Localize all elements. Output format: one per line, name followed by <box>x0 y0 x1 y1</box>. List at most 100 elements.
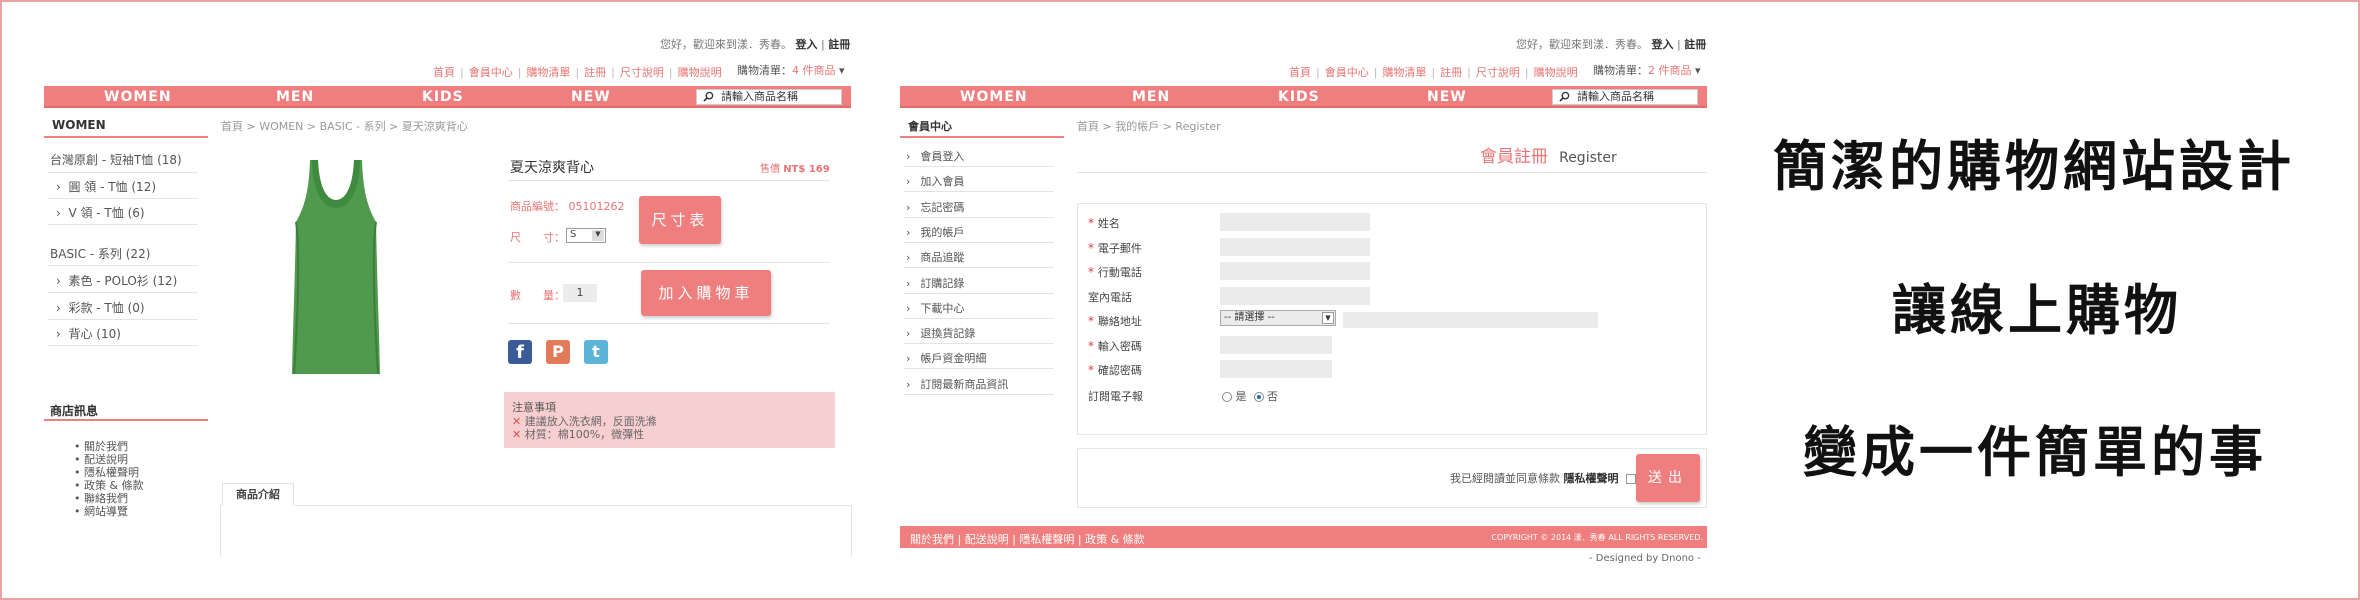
subnav-register[interactable]: 註冊 <box>1440 66 1462 79</box>
sidebar-item-tw-original[interactable]: 台灣原創 - 短袖T恤 (18) <box>50 151 182 168</box>
quantity-input[interactable]: 1 <box>563 284 597 302</box>
nav-men[interactable]: MEN <box>1132 89 1170 105</box>
sidebar-item-member-4[interactable]: › 商品追蹤 <box>906 249 964 265</box>
nav-men[interactable]: MEN <box>276 89 314 105</box>
subnav-member[interactable]: 會員中心 <box>469 66 513 79</box>
subnav-cart[interactable]: 購物清單 <box>1382 66 1426 79</box>
twitter-icon[interactable]: t <box>584 340 608 364</box>
newsletter-radio-group: 是 否 <box>1222 388 1278 404</box>
address-input[interactable] <box>1343 312 1598 328</box>
login-link[interactable]: 登入 <box>796 38 818 51</box>
sidebar-item-member-8[interactable]: › 帳戶資金明細 <box>906 350 986 366</box>
chevron-right-icon: › <box>906 150 911 163</box>
subnav-cart[interactable]: 購物清單 <box>526 66 570 79</box>
email-field[interactable] <box>1220 238 1370 256</box>
radio-no[interactable] <box>1253 392 1264 402</box>
search-input[interactable]: 請輸入商品名稱 <box>696 89 842 105</box>
divider <box>904 267 1054 269</box>
divider <box>904 393 1054 395</box>
subnav-guide[interactable]: 購物說明 <box>1534 66 1578 79</box>
nav-women[interactable]: WOMEN <box>960 89 1028 105</box>
radio-yes[interactable] <box>1222 392 1232 402</box>
store-link-contact[interactable]: • 聯絡我們 <box>74 492 144 505</box>
sidebar-item-color-tee[interactable]: › 彩款 - T恤 (0) <box>56 299 145 316</box>
register-link[interactable]: 註冊 <box>828 38 850 51</box>
add-to-cart-button[interactable]: 加入購物車 <box>641 270 771 316</box>
top-greeting: 您好，歡迎來到漾．秀春。 登入 | 註冊 <box>660 38 851 51</box>
facebook-icon[interactable]: f <box>508 340 532 364</box>
main-nav: WOMEN MEN KIDS NEW 請輸入商品名稱 <box>900 86 1707 108</box>
divider <box>904 241 1054 243</box>
nav-women[interactable]: WOMEN <box>104 89 172 105</box>
sidebar-item-label: 帳戶資金明細 <box>920 352 987 366</box>
sidebar-item-member-3[interactable]: › 我的帳戶 <box>906 224 964 240</box>
sidebar-item-member-6[interactable]: › 下載中心 <box>906 300 964 316</box>
store-link-about[interactable]: • 關於我們 <box>74 440 144 453</box>
sidebar-item-member-9[interactable]: › 訂閱最新商品資訊 <box>906 376 1008 392</box>
subnav-home[interactable]: 首頁 <box>1289 66 1311 79</box>
subnav-size[interactable]: 尺寸說明 <box>620 66 664 79</box>
sidebar-item-member-7[interactable]: › 退換貨記錄 <box>906 325 975 341</box>
sidebar-item-member-5[interactable]: › 訂購記錄 <box>906 275 964 291</box>
search-input[interactable]: 請輸入商品名稱 <box>1552 89 1698 105</box>
phone-field[interactable] <box>1220 287 1370 305</box>
cart-summary[interactable]: 購物清單：4 件商品 ▾ <box>737 62 845 78</box>
footer-link-privacy[interactable]: 隱私權聲明 <box>1019 533 1074 546</box>
footer-link-terms[interactable]: 政策 & 條款 <box>1085 533 1145 546</box>
sidebar-item-member-1[interactable]: › 加入會員 <box>906 173 964 189</box>
sidebar-item-member-2[interactable]: › 忘記密碼 <box>906 199 964 215</box>
search-icon <box>703 91 714 102</box>
password-field[interactable] <box>1220 336 1332 354</box>
sidebar-item-vest[interactable]: › 背心 (10) <box>56 325 121 342</box>
mobile-field[interactable] <box>1220 262 1370 280</box>
required-icon: * <box>1088 339 1098 353</box>
cart-summary[interactable]: 購物清單：2 件商品 ▾ <box>1593 62 1701 78</box>
field-label-text: 行動電話 <box>1097 266 1142 279</box>
subnav-register[interactable]: 註冊 <box>584 66 606 79</box>
confirm-password-field[interactable] <box>1220 360 1332 378</box>
subnav-home[interactable]: 首頁 <box>433 66 455 79</box>
chevron-right-icon: › <box>906 200 911 214</box>
nav-kids[interactable]: KIDS <box>422 89 464 105</box>
copyright: COPYRIGHT © 2014 漾．秀春 ALL RIGHTS RESERVE… <box>1491 533 1703 542</box>
subnav-guide[interactable]: 購物說明 <box>678 66 722 79</box>
size-select[interactable]: S ▼ <box>566 228 606 243</box>
footer-link-shipping[interactable]: 配送說明 <box>965 533 1009 546</box>
field-label-text: 姓名 <box>1097 217 1120 230</box>
name-field[interactable] <box>1220 213 1370 231</box>
plurk-icon[interactable]: P <box>546 340 570 364</box>
agree-checkbox[interactable] <box>1626 474 1636 484</box>
sidebar-item-round-neck[interactable]: › 圓 領 - T恤 (12) <box>56 178 156 195</box>
nav-new[interactable]: NEW <box>571 89 611 105</box>
login-link[interactable]: 登入 <box>1652 38 1674 51</box>
sidebar-item-polo[interactable]: › 素色 - POLO衫 (12) <box>56 272 177 289</box>
close-icon: ✕ <box>512 428 522 441</box>
register-link[interactable]: 註冊 <box>1684 38 1706 51</box>
nav-new[interactable]: NEW <box>1427 89 1467 105</box>
nav-kids[interactable]: KIDS <box>1278 89 1320 105</box>
notice-item: ✕ 材質：棉100%，微彈性 <box>512 428 645 441</box>
divider <box>48 345 198 346</box>
sidebar-item-v-neck[interactable]: › V 領 - T恤 (6) <box>56 204 145 221</box>
sidebar-item-basic[interactable]: BASIC - 系列 (22) <box>50 245 150 262</box>
store-link-privacy[interactable]: • 隱私權聲明 <box>74 466 144 479</box>
subnav-size[interactable]: 尺寸說明 <box>1476 66 1520 79</box>
sidebar-item-member-0[interactable]: › 會員登入 <box>906 148 964 164</box>
caption-line-3: 變成一件簡單的事 <box>1803 421 2267 484</box>
sidebar-item-label: 會員登入 <box>920 150 965 163</box>
chevron-right-icon: › <box>906 327 911 341</box>
tab-product-intro[interactable]: 商品介紹 <box>222 483 294 506</box>
store-link-terms[interactable]: • 政策 & 條款 <box>74 479 144 492</box>
subnav-member[interactable]: 會員中心 <box>1325 66 1369 79</box>
confirm-password-label: * 確認密碼 <box>1088 362 1142 378</box>
store-link-shipping[interactable]: • 配送說明 <box>74 453 144 466</box>
sidebar-item-label: 下載中心 <box>920 301 965 315</box>
privacy-link[interactable]: 隱私權聲明 <box>1564 472 1619 485</box>
size-chart-button[interactable]: 尺寸表 <box>639 196 721 244</box>
chevron-right-icon: › <box>906 352 911 366</box>
submit-button[interactable]: 送出 <box>1636 454 1700 502</box>
address-select[interactable]: -- 請選擇 -- ▼ <box>1220 310 1336 326</box>
product-image[interactable] <box>286 156 386 378</box>
store-link-sitemap[interactable]: • 網站導覽 <box>74 505 144 518</box>
footer-link-about[interactable]: 關於我們 <box>910 533 954 546</box>
